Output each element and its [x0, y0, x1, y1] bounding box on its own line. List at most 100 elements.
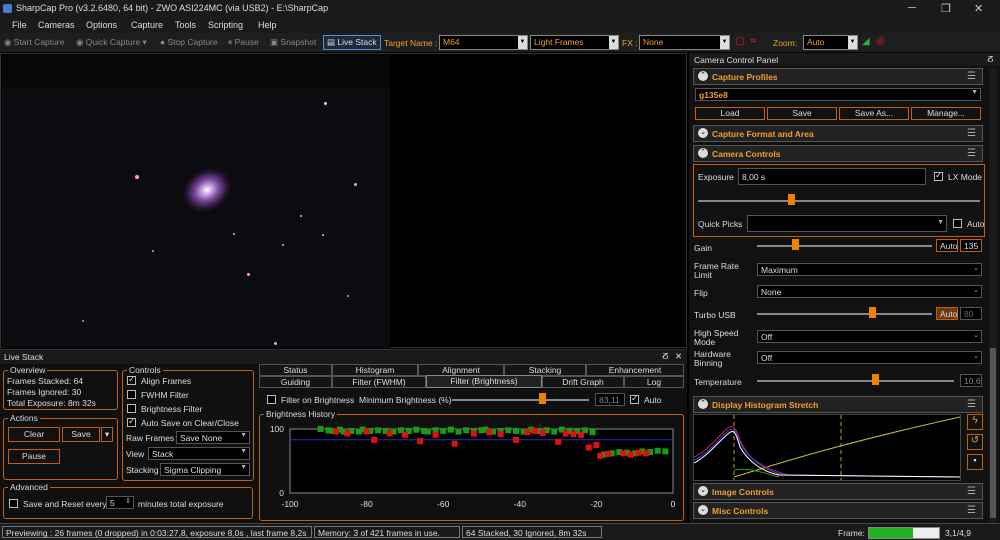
select-area-icon[interactable]: ▢ — [735, 36, 744, 47]
exposure-field[interactable]: 8,00 s — [738, 168, 926, 185]
raw-frames-select[interactable]: Save None ▼ — [176, 431, 250, 444]
clear-button[interactable]: Clear — [8, 427, 60, 442]
save-button[interactable]: Save — [62, 427, 100, 442]
histogram-stretch-section[interactable]: ⌃ Display Histogram Stretch ☰ — [693, 396, 983, 413]
close-button[interactable]: ✕ — [974, 2, 983, 15]
frame-type-combo[interactable]: Light Frames ▼ — [530, 35, 619, 50]
camera-control-panel: Camera Control Panel ⵒ ⌃ Capture Profile… — [689, 53, 1000, 523]
star — [82, 320, 84, 322]
min-brightness-thumb[interactable] — [539, 393, 546, 404]
menu-help[interactable]: Help — [258, 20, 277, 30]
lightning-icon[interactable]: ϟ — [967, 414, 983, 430]
scrollbar-thumb[interactable] — [990, 348, 996, 518]
tab-enhancement[interactable]: Enhancement — [586, 364, 684, 376]
brightness-auto-checkbox[interactable] — [630, 393, 639, 404]
save-icon[interactable]: ▪ — [967, 454, 983, 470]
load-profile-button[interactable]: Load — [695, 107, 765, 120]
align-frames-checkbox[interactable] — [127, 374, 136, 385]
stacking-select[interactable]: Sigma Clipping ▼ — [160, 463, 250, 476]
view-select[interactable]: Stack ▼ — [148, 447, 250, 460]
fx-combo[interactable]: None ▼ — [639, 35, 730, 50]
histogram-display[interactable] — [693, 414, 961, 481]
fwhm-filter-checkbox[interactable] — [127, 390, 136, 399]
exposure-slider[interactable] — [698, 200, 980, 202]
gain-thumb[interactable] — [792, 239, 799, 250]
flip-select[interactable]: None ⌄ — [757, 285, 982, 298]
chevron-down-icon: ▼ — [720, 36, 729, 49]
brightness-filter-checkbox[interactable] — [127, 404, 136, 413]
capture-profiles-section[interactable]: ⌃ Capture Profiles ☰ — [693, 68, 983, 85]
crosshair-icon[interactable]: ⌗ — [750, 36, 756, 47]
menu-options[interactable]: Options — [86, 20, 117, 30]
menu-tools[interactable]: Tools — [175, 20, 196, 30]
tab-status[interactable]: Status — [259, 364, 332, 376]
lx-mode-label: LX Mode — [948, 172, 983, 182]
pin-icon[interactable]: ⵒ — [662, 351, 668, 362]
zoom-combo[interactable]: Auto ▼ — [803, 35, 858, 50]
pause-button[interactable]: ⏸ Pause — [228, 37, 259, 48]
temperature-slider — [757, 380, 954, 382]
hamburger-icon: ☰ — [967, 486, 976, 497]
menu-capture[interactable]: Capture — [131, 20, 163, 30]
manage-profiles-button[interactable]: Manage... — [911, 107, 981, 120]
filter-brightness-checkbox[interactable] — [267, 395, 276, 404]
gain-value-field[interactable]: 135 — [960, 239, 982, 252]
min-brightness-slider[interactable] — [452, 399, 589, 401]
hardware-binning-select[interactable]: Off ⌄ — [757, 351, 982, 364]
turbo-value-field[interactable]: 80 — [960, 307, 982, 320]
pin-icon[interactable]: ⵒ — [987, 54, 993, 65]
start-capture-button[interactable]: ◉ Start Capture — [4, 37, 64, 48]
minimize-button[interactable]: ─ — [908, 2, 916, 14]
auto-save-checkbox[interactable] — [127, 416, 136, 427]
profile-value: g135e8 — [699, 90, 728, 100]
x-tick-label: -20 — [590, 499, 603, 509]
lx-mode-checkbox[interactable] — [934, 170, 943, 181]
stop-capture-button[interactable]: ● Stop Capture — [160, 37, 218, 47]
capture-format-section[interactable]: ⌄ Capture Format and Area ☰ — [693, 125, 983, 142]
live-stack-button[interactable]: ▤ Live Stack — [323, 35, 381, 50]
accepted-frame-point — [413, 426, 420, 433]
frame-rate-select[interactable]: Maximum ⌄ — [757, 263, 982, 276]
min-brightness-field[interactable]: 83,11 — [595, 393, 625, 406]
camera-controls-section[interactable]: ⌃ Camera Controls ☰ — [693, 145, 983, 162]
close-icon[interactable]: ✕ — [675, 351, 682, 362]
image-controls-section[interactable]: ⌄ Image Controls ☰ — [693, 483, 983, 500]
save-dropdown-button[interactable]: ▾ — [101, 427, 113, 442]
turbo-auto-button[interactable]: Auto — [936, 307, 958, 320]
gain-slider[interactable] — [757, 245, 932, 247]
tab-filter-brightness[interactable]: Filter (Brightness) — [426, 375, 542, 388]
save-as-profile-button[interactable]: Save As... — [839, 107, 909, 120]
tab-histogram[interactable]: Histogram — [332, 364, 418, 376]
tab-guiding[interactable]: Guiding — [259, 376, 332, 388]
menu-scripting[interactable]: Scripting — [208, 20, 243, 30]
exposure-thumb[interactable] — [788, 194, 795, 205]
menu-file[interactable]: File — [12, 20, 27, 30]
gain-auto-button[interactable]: Auto — [936, 239, 958, 252]
reset-icon[interactable]: ↺ — [967, 434, 983, 450]
tab-drift-graph[interactable]: Drift Graph — [542, 376, 624, 388]
panel-scrollbar[interactable] — [989, 68, 997, 523]
save-profile-button[interactable]: Save — [767, 107, 837, 120]
save-reset-stepper[interactable]: 5 ⇕ — [106, 496, 134, 509]
menu-cameras[interactable]: Cameras — [38, 20, 75, 30]
quick-picks-select[interactable]: ▼ — [747, 215, 947, 232]
quick-picks-auto-checkbox[interactable] — [953, 219, 962, 228]
target-icon[interactable]: ◎ — [876, 36, 885, 47]
save-reset-checkbox[interactable] — [9, 499, 18, 508]
camera-panel-title: Camera Control Panel — [694, 55, 779, 65]
snapshot-button[interactable]: ▣ Snapshot — [270, 37, 316, 48]
target-name-combo[interactable]: M64 ▼ — [439, 35, 528, 50]
turbo-usb-thumb[interactable] — [869, 307, 876, 318]
misc-controls-section[interactable]: ⌄ Misc Controls ☰ — [693, 502, 983, 519]
high-speed-select[interactable]: Off ⌄ — [757, 330, 982, 343]
pause-stack-button[interactable]: Pause — [8, 449, 60, 464]
maximize-button[interactable]: ❐ — [941, 2, 951, 15]
image-viewport[interactable] — [0, 53, 687, 348]
tab-filter-fwhm[interactable]: Filter (FWHM) — [332, 376, 426, 388]
histogram-icon[interactable]: ◢ — [862, 36, 870, 47]
quick-capture-button[interactable]: ◉ Quick Capture ▾ — [76, 37, 147, 48]
tab-log[interactable]: Log — [624, 376, 684, 388]
stop-icon: ● — [160, 37, 166, 47]
profile-select[interactable]: g135e8 ▼ — [695, 88, 981, 101]
turbo-usb-slider[interactable] — [757, 313, 932, 315]
